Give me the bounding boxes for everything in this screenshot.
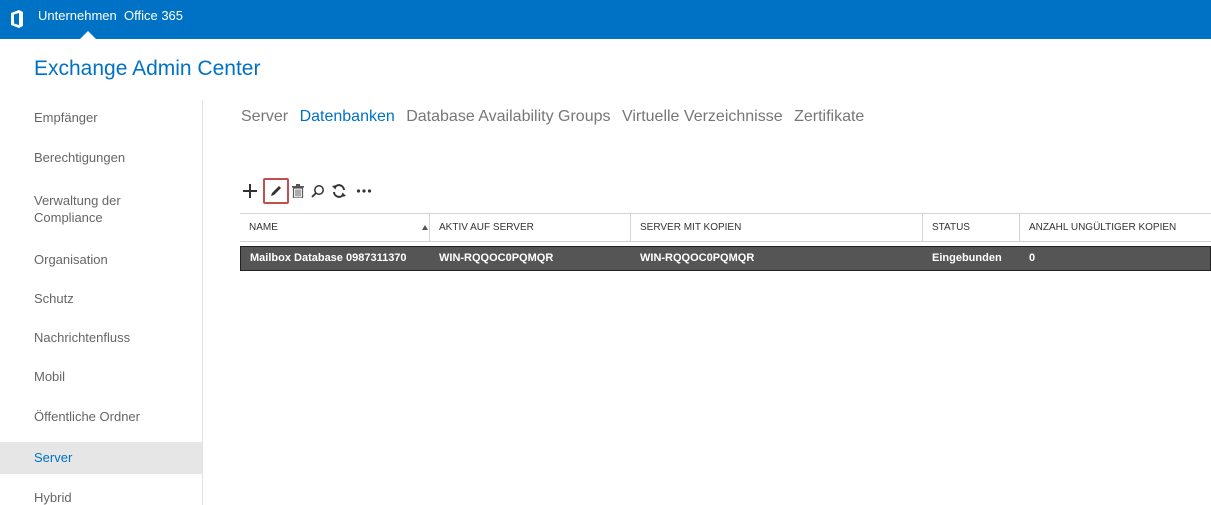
tab-zertifikate[interactable]: Zertifikate [794, 106, 864, 128]
search-button[interactable] [308, 178, 328, 204]
nav-link-office-365[interactable]: Office 365 [124, 7, 183, 25]
column-header-status[interactable]: STATUS [923, 214, 1020, 242]
edit-button[interactable] [263, 178, 289, 204]
sidebar-item-mobil[interactable]: Mobil [0, 367, 202, 387]
refresh-button[interactable] [328, 178, 350, 204]
tab-database-availability-groups[interactable]: Database Availability Groups [406, 106, 610, 128]
sidebar-item-hybrid[interactable]: Hybrid [0, 488, 202, 505]
table-header: NAME AKTIV AUF SERVER SERVER MIT KOPIEN … [240, 213, 1211, 242]
cell-active-server: WIN-RQQOC0PQMQR [439, 252, 554, 264]
sidebar-item-oeffentliche-ordner[interactable]: Öffentliche Ordner [0, 407, 202, 427]
sidebar-item-empfaenger[interactable]: Empfänger [0, 108, 202, 128]
column-header-bad-copies[interactable]: ANZAHL UNGÜLTIGER KOPIEN [1020, 214, 1211, 242]
sidebar-item-compliance-line2[interactable]: Compliance [0, 208, 202, 228]
tab-server[interactable]: Server [241, 106, 288, 128]
add-button[interactable] [240, 178, 260, 204]
active-nav-indicator [80, 31, 96, 39]
cell-name: Mailbox Database 0987311370 [250, 252, 407, 264]
tab-virtuelle-verzeichnisse[interactable]: Virtuelle Verzeichnisse [622, 106, 783, 128]
cell-status: Eingebunden [932, 252, 1002, 264]
top-nav-bar: Unternehmen Office 365 [0, 0, 1211, 39]
sidebar-item-nachrichtenfluss[interactable]: Nachrichtenfluss [0, 328, 202, 348]
refresh-icon [332, 184, 346, 198]
sidebar-item-schutz[interactable]: Schutz [0, 289, 202, 309]
table-row[interactable]: Mailbox Database 0987311370 WIN-RQQOC0PQ… [240, 246, 1211, 271]
sidebar-item-organisation[interactable]: Organisation [0, 250, 202, 270]
search-icon [311, 185, 324, 198]
cell-bad-copies: 0 [1029, 252, 1036, 264]
tab-datenbanken[interactable]: Datenbanken [300, 106, 395, 128]
sidebar-item-server[interactable]: Server [0, 442, 202, 474]
cell-copy-server: WIN-RQQOC0PQMQR [640, 252, 755, 264]
plus-icon [243, 184, 257, 198]
tab-bar: Server Datenbanken Database Availability… [241, 106, 871, 128]
delete-button[interactable] [288, 178, 308, 204]
sort-ascending-icon [422, 225, 428, 230]
sidebar-divider [202, 100, 203, 505]
more-button[interactable] [352, 178, 376, 204]
office-logo-icon[interactable] [10, 10, 24, 28]
pencil-icon [271, 186, 281, 196]
database-table: NAME AKTIV AUF SERVER SERVER MIT KOPIEN … [240, 213, 1211, 271]
more-icon [356, 189, 372, 193]
trash-icon [292, 184, 304, 198]
column-header-name[interactable]: NAME [240, 214, 430, 242]
sidebar-item-berechtigungen[interactable]: Berechtigungen [0, 148, 202, 168]
nav-link-unternehmen[interactable]: Unternehmen [38, 7, 117, 25]
column-header-copy-server[interactable]: SERVER MIT KOPIEN [631, 214, 923, 242]
app-title: Exchange Admin Center [34, 57, 261, 80]
column-header-active-server[interactable]: AKTIV AUF SERVER [430, 214, 631, 242]
